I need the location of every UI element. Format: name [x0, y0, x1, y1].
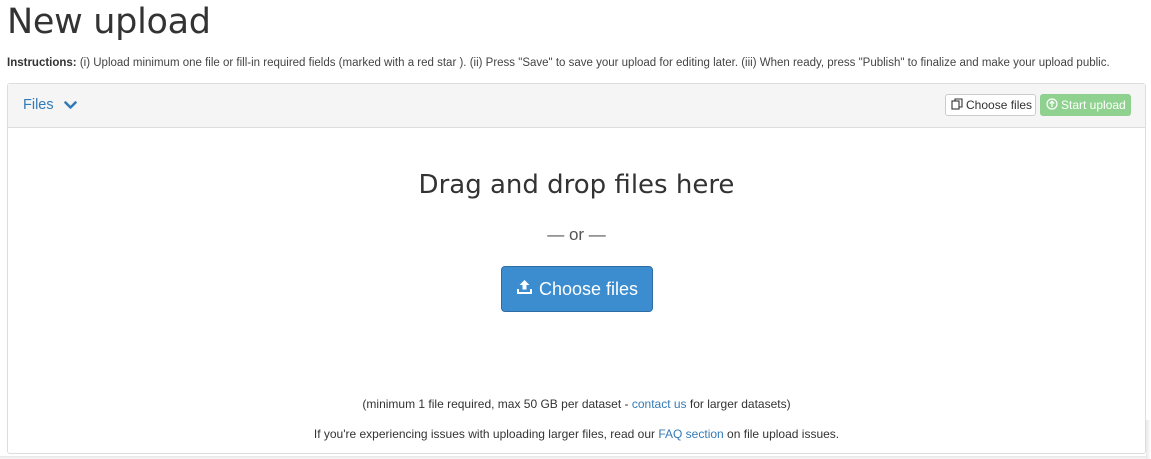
start-upload-button[interactable]: Start upload [1040, 94, 1131, 116]
note-suffix: for larger datasets) [686, 397, 791, 411]
faq-suffix: on file upload issues. [723, 427, 840, 441]
files-panel-header: Files Choose files Start upload [8, 84, 1145, 128]
chevron-down-icon [63, 100, 77, 110]
page-title: New upload [7, 2, 211, 42]
files-toggle[interactable]: Files [23, 95, 77, 115]
faq-note: If you're experiencing issues with uploa… [8, 427, 1145, 441]
upload-icon [516, 279, 533, 300]
files-panel: Files Choose files Start upload Drag and… [7, 83, 1146, 454]
scroll-edge-shadow [1146, 420, 1151, 459]
instructions-label: Instructions: [7, 57, 77, 69]
faq-prefix: If you're experiencing issues with uploa… [313, 427, 659, 441]
choose-files-button-small[interactable]: Choose files [945, 94, 1036, 116]
note-prefix: (minimum 1 file required, max 50 GB per … [362, 397, 632, 411]
instructions: Instructions: (i) Upload minimum one fil… [7, 55, 1147, 71]
choose-files-small-label: Choose files [966, 98, 1033, 112]
copy-icon [951, 97, 963, 113]
choose-files-label: Choose files [538, 278, 639, 299]
circle-arrow-up-icon [1046, 97, 1058, 113]
contact-us-link[interactable]: contact us [632, 397, 687, 411]
file-requirement-note: (minimum 1 file required, max 50 GB per … [8, 397, 1145, 411]
faq-section-link[interactable]: FAQ section [658, 427, 723, 441]
instructions-text: (i) Upload minimum one file or fill-in r… [76, 57, 1110, 69]
drop-zone-title: Drag and drop files here [418, 170, 735, 200]
start-upload-label: Start upload [1061, 98, 1126, 112]
choose-files-button[interactable]: Choose files [501, 266, 653, 312]
or-separator: — or — [547, 225, 606, 244]
files-toggle-label: Files [23, 97, 54, 113]
